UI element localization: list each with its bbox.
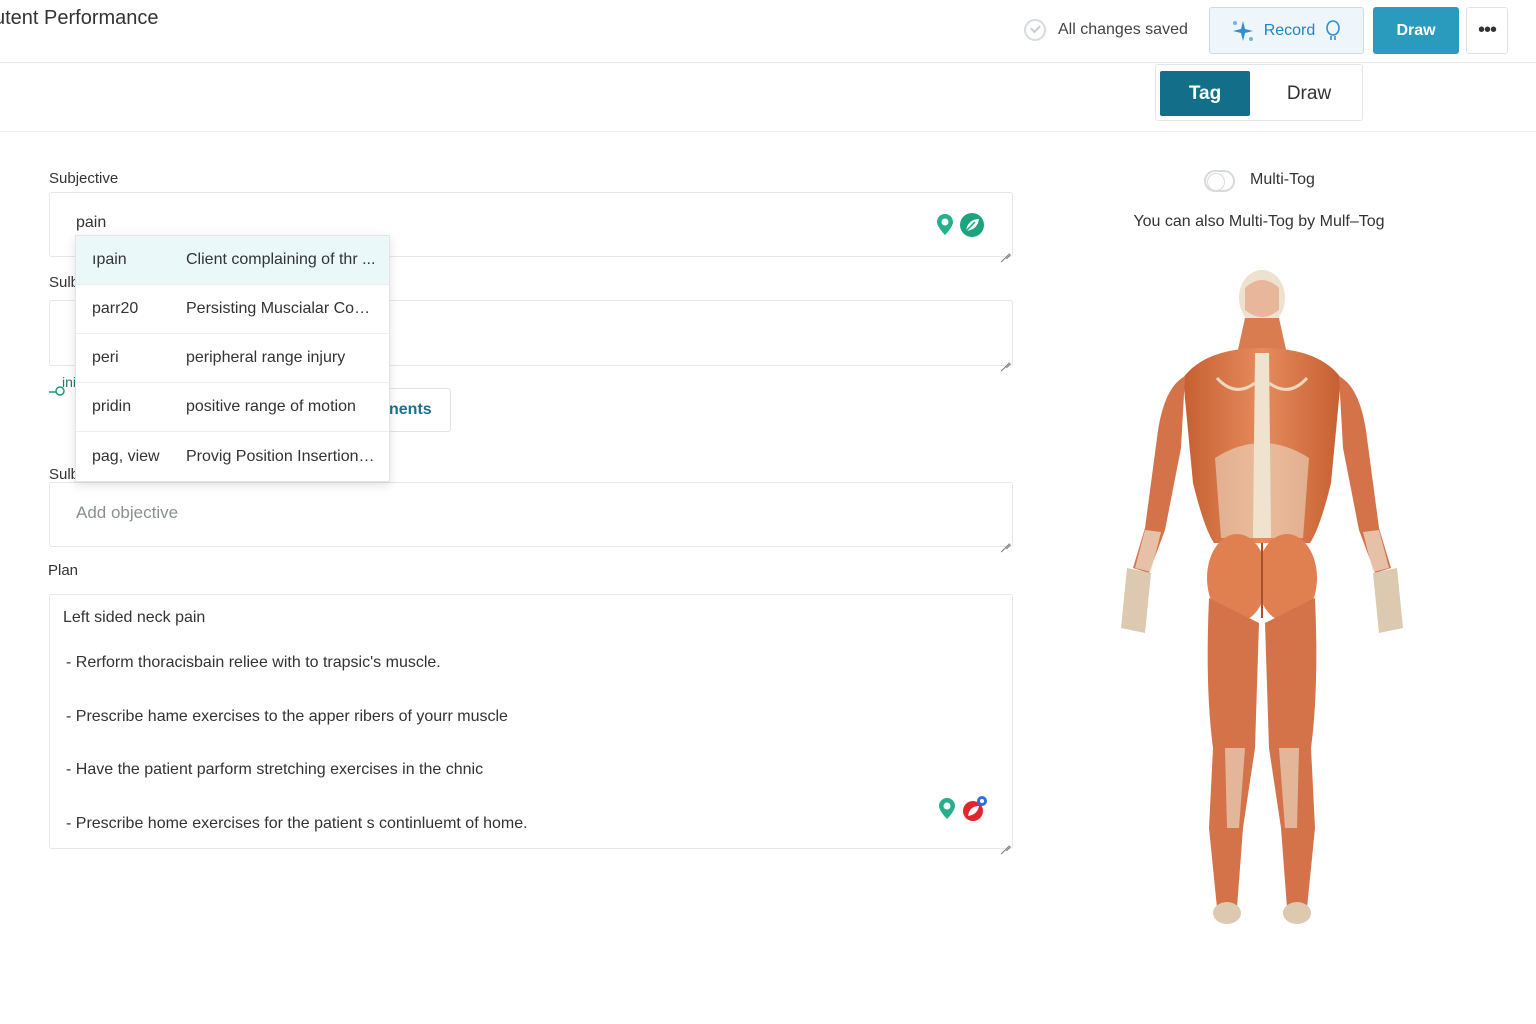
autocomplete-option[interactable]: peri peripheral range injury (76, 334, 389, 383)
autocomplete-option[interactable]: ıpain Client complaining of thr ... (76, 236, 389, 285)
plan-line: Left sided neck pain (63, 609, 206, 626)
option-key: parr20 (92, 300, 139, 317)
record-bug-icon[interactable] (960, 795, 988, 823)
record-button[interactable]: Record (1209, 7, 1364, 54)
draw-button[interactable]: Draw (1373, 7, 1459, 54)
autocomplete-dropdown: ıpain Client complaining of thr ... parr… (75, 235, 390, 482)
option-key: pag, view (92, 447, 160, 465)
option-value: Provig Position Insertion.... (186, 447, 376, 465)
autocomplete-option[interactable]: parr20 Persisting Muscialar Coc.... (76, 285, 389, 334)
mode-toggle: Tag Draw (1155, 64, 1363, 121)
multi-tag-label: Multi-Tog (1250, 171, 1315, 188)
save-status-text: All changes saved (1058, 21, 1188, 38)
tab-tag[interactable]: Tag (1160, 71, 1250, 116)
subjective-label: Subjective (49, 170, 119, 187)
plan-line: - Prescribe hame exercises to the apper … (66, 708, 508, 725)
option-value: positive range of motion (186, 398, 356, 415)
option-key: pridin (92, 398, 132, 415)
page-title: utent Performance (0, 7, 159, 29)
plan-line: - Have the patient parform stretching ex… (66, 761, 484, 778)
plan-label: Plan (48, 562, 79, 579)
objective-field[interactable]: Add objective (49, 482, 1013, 547)
link-icon (49, 386, 65, 396)
plan-field[interactable]: Left sided neck pain - Rerform thoracisb… (49, 594, 1013, 849)
record-button-label: Record (1263, 21, 1316, 39)
option-value: Client complaining of thr ... (186, 251, 376, 268)
resize-handle[interactable] (1000, 244, 1010, 254)
sparkle-icon (1232, 20, 1253, 41)
partial-button-label: nents (389, 401, 432, 418)
subjective-value: pain (76, 214, 107, 231)
option-value: Persisting Muscialar Coc.... (186, 300, 376, 317)
plan-line: - Rerform thoracisbain reliee with to tr… (66, 654, 441, 671)
location-pin-icon[interactable] (936, 213, 954, 237)
plan-tools (938, 795, 988, 823)
field-tools (936, 211, 986, 239)
option-key: ıpain (92, 251, 127, 268)
more-options-button[interactable]: ••• (1466, 7, 1508, 54)
check-circle-icon (1024, 19, 1046, 41)
option-key: peri (92, 349, 119, 366)
option-value: peripheral range injury (186, 349, 346, 366)
top-bar: utent Performance All changes saved Reco… (0, 0, 1536, 63)
bulb-icon (1326, 19, 1341, 40)
plan-line: - Prescribe home exercises for the patie… (66, 815, 528, 832)
anatomy-body-back-view[interactable] (1105, 268, 1410, 928)
partial-button[interactable]: nents (380, 388, 451, 432)
tab-draw[interactable]: Draw (1264, 71, 1354, 116)
autocomplete-option[interactable]: pag, view Provig Position Insertion.... (76, 432, 389, 481)
resize-handle[interactable] (1000, 534, 1010, 544)
location-pin-icon[interactable] (938, 797, 956, 821)
resize-handle[interactable] (1000, 836, 1010, 846)
resize-handle[interactable] (1000, 353, 1010, 363)
autocomplete-option[interactable]: pridin positive range of motion (76, 383, 389, 432)
multi-tag-switch[interactable] (1204, 170, 1235, 192)
multi-tag-hint: You can also Multi-Tog by Mulf–Tog (1133, 213, 1385, 230)
edit-leaf-icon[interactable] (958, 211, 986, 239)
save-status: All changes saved (1024, 19, 1188, 41)
objective-placeholder: Add objective (76, 503, 179, 522)
